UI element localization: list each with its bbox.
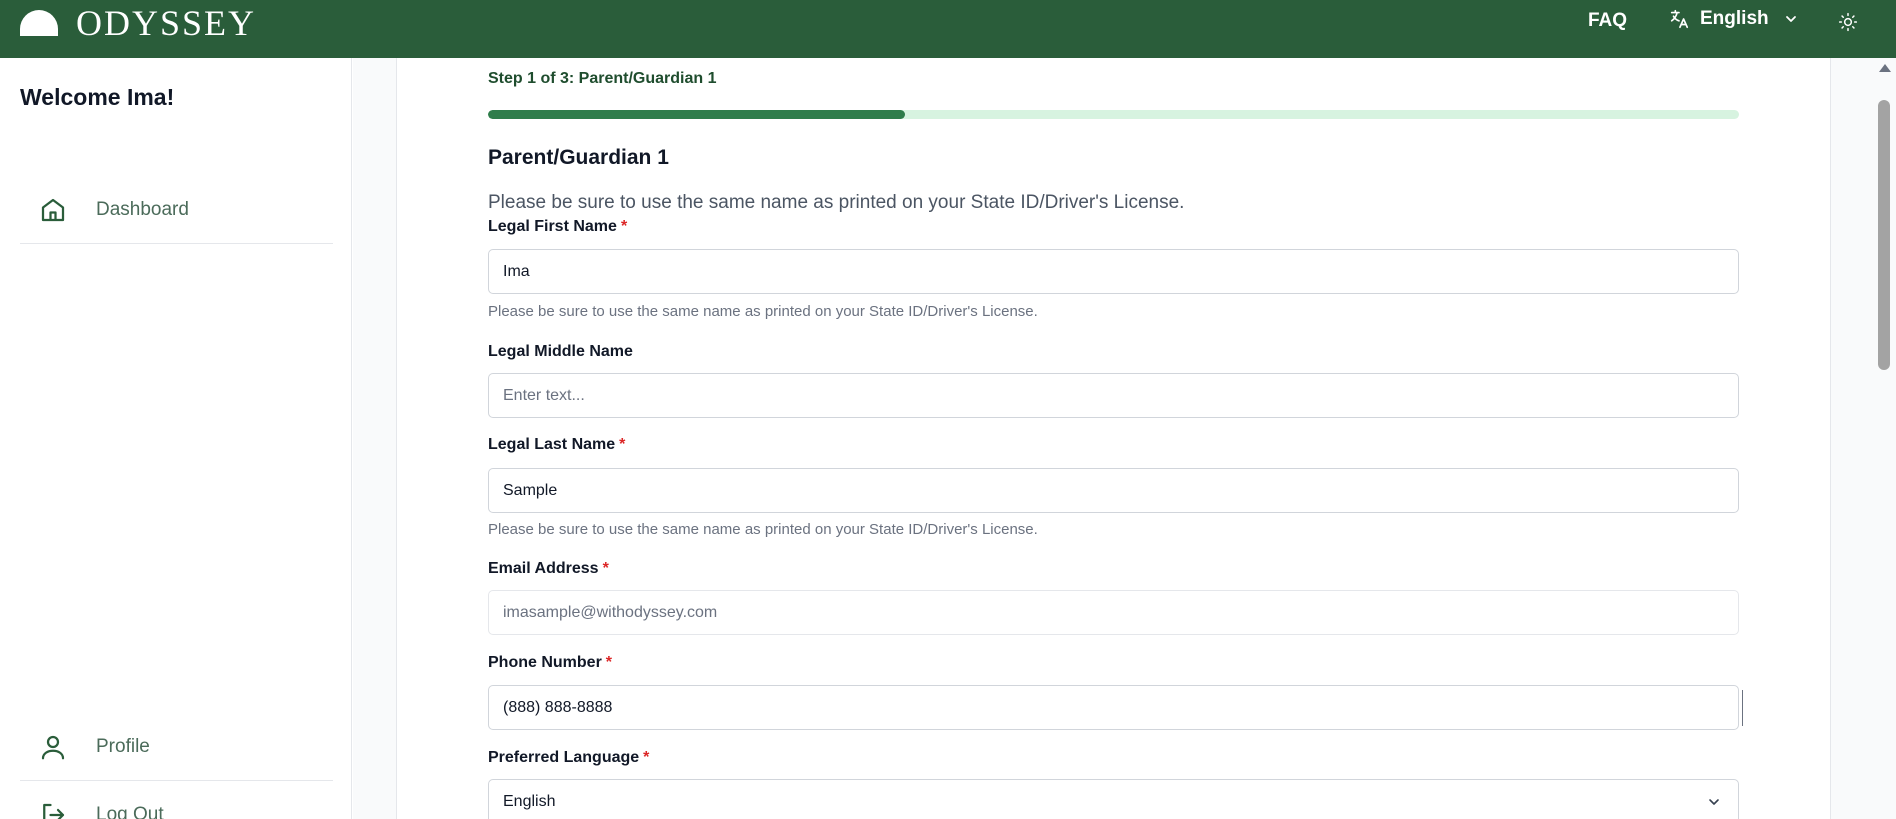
sidebar-item-profile[interactable]: Profile: [20, 713, 333, 781]
scroll-up-arrow-icon[interactable]: [1879, 64, 1891, 72]
home-icon: [41, 198, 65, 221]
required-mark: *: [620, 218, 628, 235]
welcome-heading: Welcome Ima!: [20, 84, 175, 110]
user-icon: [41, 735, 65, 759]
language-label: English: [1700, 8, 1769, 29]
phone-label: Phone Number *: [488, 654, 613, 671]
chevron-down-icon: [1709, 799, 1719, 805]
progress-fill: [488, 110, 905, 119]
progress-bar: [488, 110, 1739, 119]
required-mark: *: [643, 749, 650, 766]
logo-text: ODYSSEY: [76, 3, 257, 43]
middle-name-label: Legal Middle Name: [488, 343, 633, 360]
preferred-language-label: Preferred Language *: [488, 749, 650, 766]
text-cursor: [1742, 690, 1743, 726]
email-input[interactable]: imasample@withodyssey.com: [488, 590, 1739, 635]
phone-input[interactable]: (888) 888-8888: [488, 685, 1739, 730]
faq-link[interactable]: FAQ: [1588, 10, 1627, 32]
logo-mark-icon: [20, 10, 58, 36]
email-label: Email Address *: [488, 560, 609, 577]
preferred-language-value: English: [503, 792, 556, 810]
sidebar: Welcome Ima! Dashboard Profile Log Out: [0, 58, 352, 819]
section-title: Parent/Guardian 1: [488, 146, 669, 169]
required-mark: *: [619, 436, 626, 453]
intro-text: Please be sure to use the same name as p…: [488, 192, 1185, 213]
last-name-input[interactable]: Sample: [488, 468, 1739, 513]
sun-icon[interactable]: [1838, 12, 1858, 32]
last-name-label: Legal Last Name *: [488, 436, 626, 453]
step-indicator: Step 1 of 3: Parent/Guardian 1: [488, 70, 717, 87]
logout-icon: [43, 803, 65, 819]
odyssey-logo[interactable]: ODYSSEY: [20, 3, 257, 43]
chevron-down-icon: [1785, 16, 1796, 22]
translate-icon: [1670, 9, 1689, 29]
sidebar-item-dashboard[interactable]: Dashboard: [20, 176, 333, 244]
required-mark: *: [602, 560, 609, 577]
sidebar-item-label: Log Out: [96, 804, 164, 819]
sidebar-item-label: Profile: [96, 735, 150, 757]
last-name-help: Please be sure to use the same name as p…: [488, 521, 1038, 538]
middle-name-input[interactable]: Enter text...: [488, 373, 1739, 418]
language-selector[interactable]: English: [1668, 8, 1799, 30]
preferred-language-select[interactable]: English: [488, 779, 1739, 819]
required-mark: *: [605, 654, 613, 671]
page-scrollbar[interactable]: [1874, 58, 1896, 819]
top-navbar: ODYSSEY FAQ English: [0, 0, 1896, 58]
scrollbar-thumb[interactable]: [1878, 100, 1890, 370]
sidebar-item-logout[interactable]: Log Out: [20, 781, 333, 819]
first-name-help: Please be sure to use the same name as p…: [488, 303, 1038, 320]
first-name-label: Legal First Name *: [488, 218, 628, 235]
first-name-input[interactable]: Ima: [488, 249, 1739, 294]
sidebar-item-label: Dashboard: [96, 198, 189, 220]
